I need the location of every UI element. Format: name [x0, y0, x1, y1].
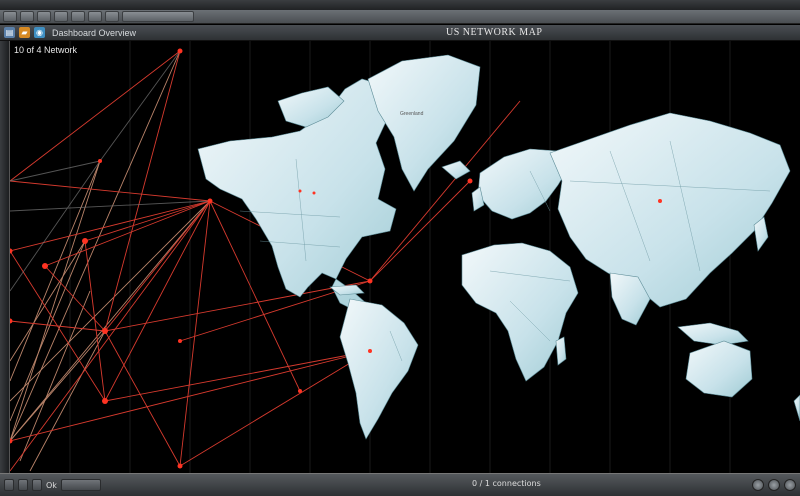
toolbar-button-forward[interactable] — [20, 11, 34, 22]
globe-icon[interactable]: ◉ — [34, 27, 45, 38]
statusbar: Ok 0 / 1 connections — [0, 473, 800, 496]
network-node[interactable] — [42, 263, 48, 269]
toolbar-address-field[interactable] — [122, 11, 194, 22]
network-node[interactable] — [102, 328, 108, 334]
toolbar-button-back[interactable] — [3, 11, 17, 22]
status-indicator — [18, 479, 28, 491]
toolbar-button-save[interactable] — [71, 11, 85, 22]
landmass-iceland — [441, 160, 471, 180]
window-titlebar — [0, 0, 800, 10]
status-connections: 0 / 1 connections — [472, 479, 541, 488]
toolbar-button-refresh[interactable] — [54, 11, 68, 22]
toolbar-button-zoom[interactable] — [105, 11, 119, 22]
continents — [197, 54, 800, 440]
network-map[interactable]: Greenland — [10, 41, 800, 473]
network-node[interactable] — [98, 159, 102, 163]
toolbar — [0, 10, 800, 24]
network-node[interactable] — [10, 318, 13, 324]
status-text: Ok — [46, 480, 57, 490]
toolbar-button-print[interactable] — [88, 11, 102, 22]
network-node[interactable] — [10, 438, 13, 444]
network-node[interactable] — [298, 389, 302, 393]
toolbar-button-home[interactable] — [37, 11, 51, 22]
network-node[interactable] — [178, 339, 182, 343]
region-label: Greenland — [400, 111, 424, 117]
network-node[interactable] — [177, 463, 183, 469]
status-field[interactable] — [60, 479, 101, 491]
folder-icon[interactable]: ▰ — [19, 27, 30, 38]
menubar: ▤ ▰ ◉ Dashboard Overview US NETWORK MAP — [0, 25, 800, 41]
network-node[interactable] — [207, 198, 213, 204]
network-node[interactable] — [312, 191, 316, 195]
side-panel[interactable] — [0, 41, 10, 473]
status-indicator — [32, 479, 42, 491]
zoom-in-icon[interactable] — [752, 479, 764, 491]
network-map-view[interactable]: Greenland — [10, 41, 800, 473]
network-node[interactable] — [467, 178, 473, 184]
status-indicator — [4, 479, 14, 491]
network-node[interactable] — [82, 238, 88, 244]
menubar-label[interactable]: Dashboard Overview — [52, 28, 136, 38]
settings-icon[interactable] — [784, 479, 796, 491]
document-icon[interactable]: ▤ — [4, 27, 15, 38]
landmass-south-america — [339, 298, 419, 440]
landmass-australia — [685, 340, 753, 398]
network-node[interactable] — [298, 189, 302, 193]
panel-label: 10 of 4 Network — [14, 45, 78, 55]
network-node[interactable] — [10, 248, 13, 254]
zoom-out-icon[interactable] — [768, 479, 780, 491]
landmass-new-zealand — [793, 394, 800, 422]
network-node[interactable] — [658, 199, 662, 203]
network-node[interactable] — [177, 48, 183, 54]
network-node[interactable] — [367, 278, 373, 284]
network-node[interactable] — [368, 349, 372, 353]
landmass-madagascar — [555, 336, 567, 366]
landmass-southeast-asia — [677, 322, 749, 346]
network-node[interactable] — [102, 398, 108, 404]
window-title: US NETWORK MAP — [446, 27, 543, 38]
